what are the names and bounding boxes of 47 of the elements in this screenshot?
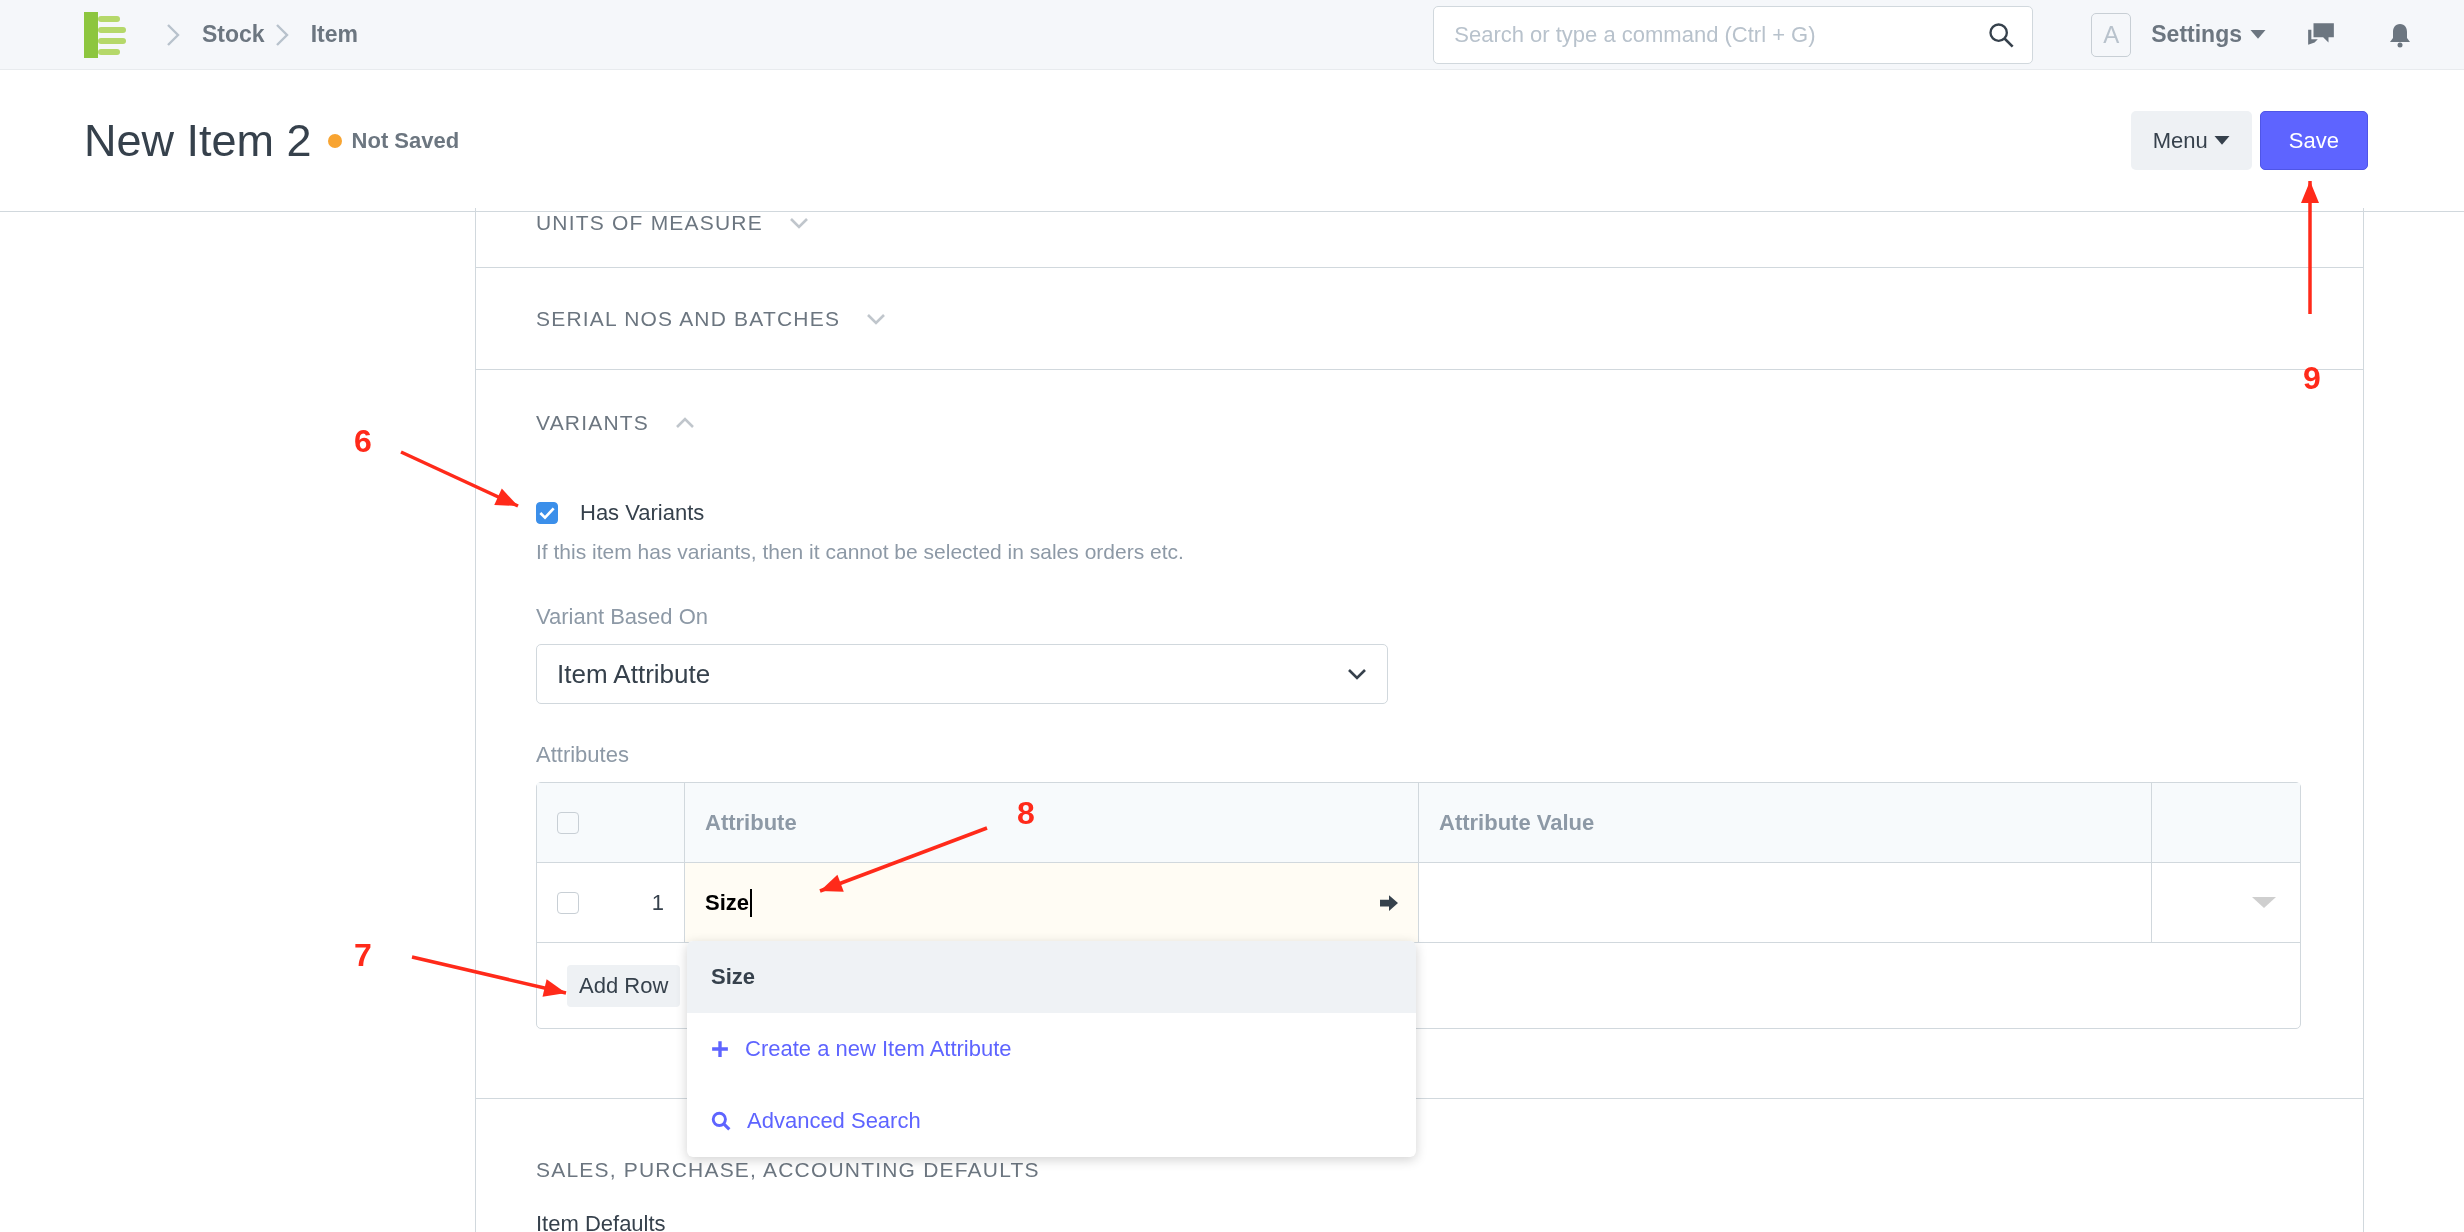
checkbox[interactable] [557, 891, 579, 914]
select-field[interactable]: Item Attribute [536, 644, 1388, 704]
chevron-icon[interactable] [788, 217, 809, 229]
caret-icon [2213, 135, 2230, 146]
annotation-number: 7 [354, 937, 372, 973]
chevron-down-icon [1347, 668, 1367, 680]
caret-icon [2250, 29, 2266, 40]
dropdown-item[interactable]: Advanced Search [687, 1085, 1416, 1157]
annotation-number: 9 [2303, 360, 2321, 396]
save-status: Not Saved [351, 127, 460, 154]
section-title[interactable]: SERIAL NOS AND BATCHES [536, 307, 841, 331]
field-label: Item Defaults [536, 1211, 667, 1232]
dropdown-item[interactable]: Create a new Item Attribute [687, 1013, 1416, 1085]
annotation-number: 6 [354, 423, 372, 459]
breadcrumb-link[interactable]: Stock [202, 21, 265, 48]
attribute-input[interactable]: Size [685, 863, 1419, 942]
chevron-icon[interactable] [675, 417, 696, 429]
search-icon [711, 1111, 731, 1131]
status-dot [327, 133, 342, 148]
settings-menu[interactable]: Settings [2151, 21, 2266, 48]
checkbox[interactable] [557, 811, 579, 834]
add-row-button[interactable]: Add Row [567, 964, 681, 1007]
chevron-icon[interactable] [866, 313, 887, 325]
help-text: If this item has variants, then it cannot be selected in sales orders etc. [536, 540, 1185, 564]
plus-icon [711, 1040, 729, 1058]
search-field[interactable]: Search or type a command (Ctrl + G) [1433, 5, 2034, 64]
menu-button[interactable]: Menu [2130, 111, 2252, 170]
arrow-right-icon[interactable] [1380, 894, 1398, 911]
row-number: 1 [651, 889, 664, 916]
page-title: New Item 2 [84, 114, 312, 167]
search-icon [1987, 20, 2016, 49]
bell-icon[interactable] [2388, 21, 2412, 48]
checkbox-label: Has Variants [580, 500, 705, 526]
annotation-number: 8 [1017, 795, 1035, 831]
chevron-right-icon [166, 22, 180, 47]
section-title[interactable]: VARIANTS [536, 411, 650, 435]
column-header: Attribute Value [1419, 783, 2152, 862]
field-label: Variant Based On [536, 604, 710, 630]
caret-down-icon[interactable] [2252, 896, 2276, 909]
section-title[interactable]: SALES, PURCHASE, ACCOUNTING DEFAULTS [536, 1158, 1040, 1182]
checkbox[interactable] [536, 502, 558, 524]
section-title[interactable]: UNITS OF MEASURE [536, 211, 763, 235]
dropdown-item[interactable]: Size [687, 941, 1416, 1013]
save-button[interactable]: Save [2259, 111, 2368, 170]
breadcrumb-link[interactable]: Item [310, 21, 358, 48]
chevron-right-icon [274, 22, 289, 47]
field-label: Attributes [536, 742, 630, 768]
